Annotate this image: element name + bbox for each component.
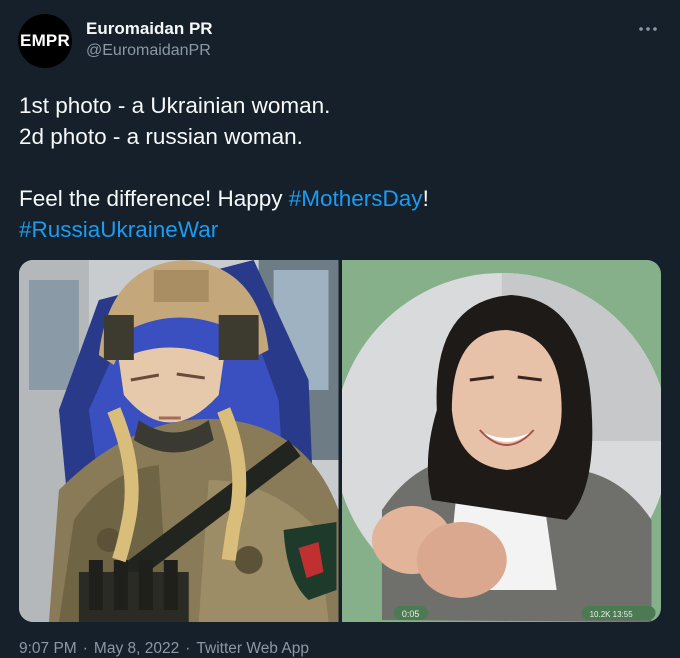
tweet-source[interactable]: Twitter Web App [196,640,309,657]
tweet-line-3: Feel the difference! Happy #MothersDay! [19,183,659,214]
user-handle[interactable]: @EuromaidanPR [86,42,211,60]
separator-dot: · [82,640,88,657]
hashtag-mothersday[interactable]: #MothersDay [289,186,423,211]
tweet-meta: 9:07 PM · May 8, 2022 · Twitter Web App [19,640,309,658]
avatar[interactable]: EMPR [18,14,72,68]
tweet-line-2: 2d photo - a russian woman. [19,124,303,149]
display-name[interactable]: Euromaidan PR [86,19,213,39]
svg-text:0:05: 0:05 [401,609,418,619]
media-grid: 0:05 10.2K 13:55 [19,260,661,622]
tweet-line-3-text: Feel the difference! Happy [19,186,289,211]
tweet-time[interactable]: 9:07 PM [19,640,77,657]
tweet-line-3-suffix: ! [422,186,429,211]
more-options-icon[interactable] [636,22,660,36]
tweet-date[interactable]: May 8, 2022 [94,640,179,657]
photo-russian-woman[interactable]: 0:05 10.2K 13:55 [341,260,661,622]
tweet-line-1: 1st photo - a Ukrainian woman. [19,93,331,118]
hashtag-russiaukrainewar[interactable]: #RussiaUkraineWar [19,217,218,242]
svg-text:10.2K 13:55: 10.2K 13:55 [589,610,633,619]
tweet-text: 1st photo - a Ukrainian woman. 2d photo … [19,90,659,245]
photo-ukrainian-soldier[interactable] [19,260,339,622]
separator-dot: · [185,640,191,657]
